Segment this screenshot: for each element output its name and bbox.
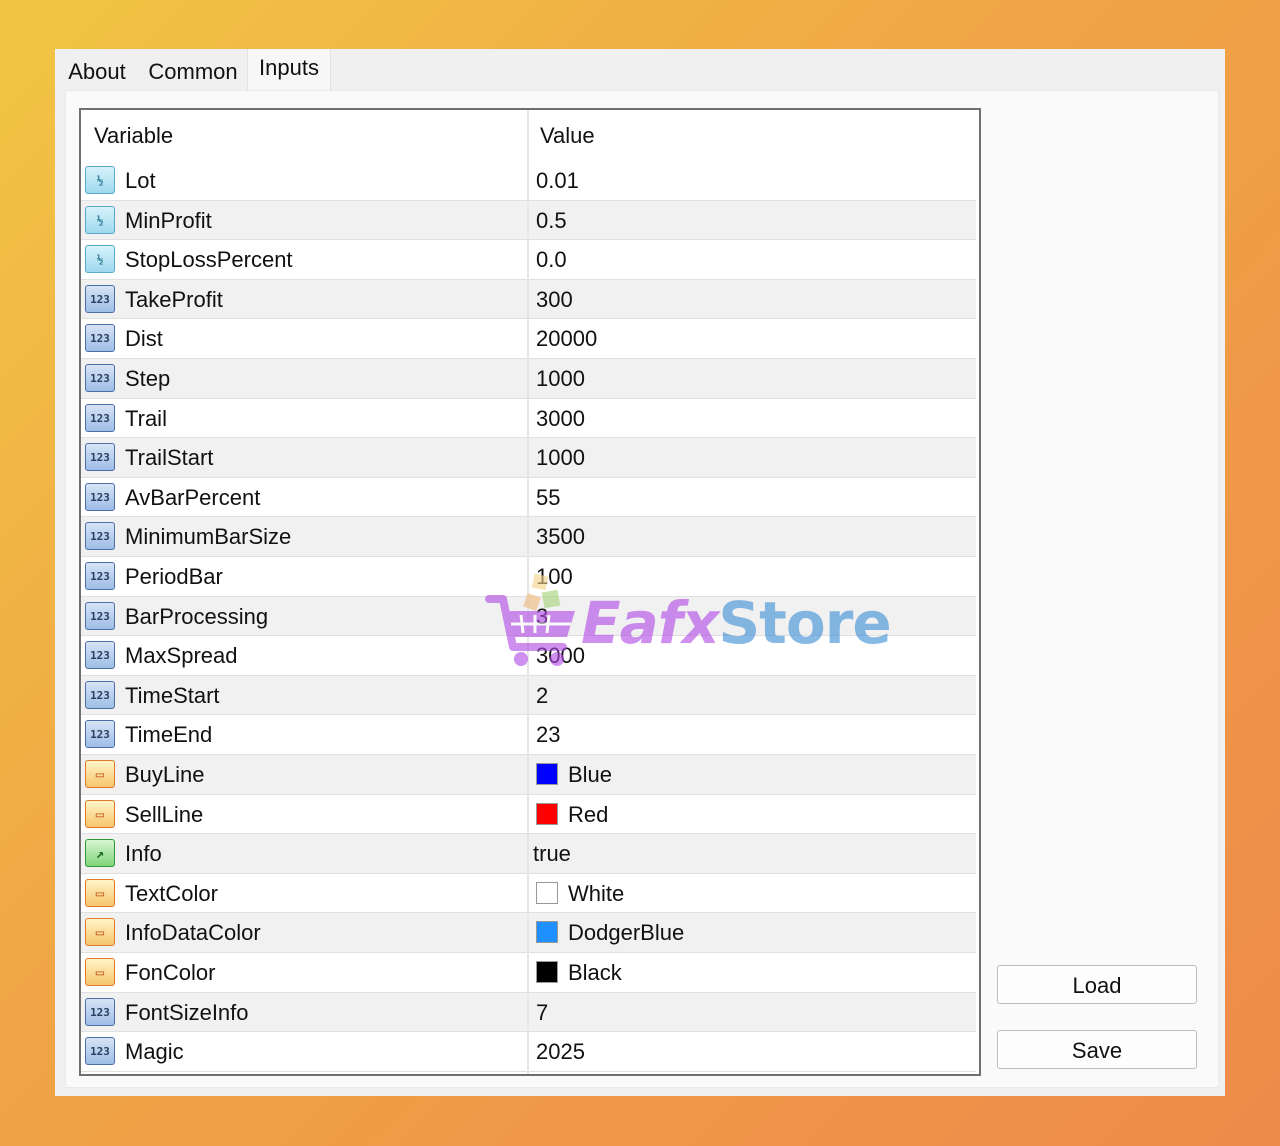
tab-common[interactable]: Common bbox=[143, 53, 243, 90]
tab-inputs[interactable]: Inputs bbox=[247, 49, 331, 90]
variable-name: StopLossPercent bbox=[125, 247, 293, 273]
variable-value[interactable]: 2025 bbox=[536, 1032, 585, 1071]
integer-type-icon: 123 bbox=[85, 284, 115, 313]
integer-type-icon: 123 bbox=[85, 720, 115, 749]
variable-name: SellLine bbox=[125, 801, 204, 827]
bool-type-icon: ↗ bbox=[85, 839, 115, 868]
variable-value[interactable]: 3 bbox=[536, 597, 548, 636]
variable-value[interactable]: White bbox=[568, 874, 624, 913]
variable-value[interactable]: DodgerBlue bbox=[568, 913, 684, 952]
header-variable[interactable]: Variable bbox=[94, 110, 173, 161]
integer-type-icon: 123 bbox=[85, 443, 115, 472]
variable-value[interactable]: 0.01 bbox=[536, 161, 579, 200]
variable-name: Magic bbox=[125, 1039, 184, 1065]
integer-type-icon: 123 bbox=[85, 403, 115, 432]
variable-value[interactable]: 3000 bbox=[536, 636, 585, 675]
variable-name: AvBarPercent bbox=[125, 484, 261, 510]
variable-value[interactable]: 1000 bbox=[536, 359, 585, 398]
variable-value[interactable]: 1000 bbox=[536, 438, 585, 477]
variable-name: FontSizeInfo bbox=[125, 999, 249, 1025]
variable-name: Info bbox=[125, 841, 162, 867]
variable-value[interactable]: Blue bbox=[568, 755, 612, 794]
color-swatch[interactable] bbox=[536, 802, 558, 825]
variable-value[interactable]: 0.5 bbox=[536, 201, 567, 240]
load-button[interactable]: Load bbox=[997, 965, 1197, 1004]
variable-value[interactable]: 23 bbox=[536, 715, 560, 754]
color-type-icon: ▭ bbox=[85, 918, 115, 947]
color-swatch[interactable] bbox=[536, 961, 558, 983]
variable-name: PeriodBar bbox=[125, 564, 223, 589]
variable-name: TimeStart bbox=[125, 682, 220, 708]
variable-name: MinProfit bbox=[125, 207, 212, 233]
variable-name: MinimumBarSize bbox=[125, 524, 292, 550]
inputs-table[interactable]: Variable Value ½ Lot 0.01 ½ MinProfit 0.5 ½ Sto… bbox=[79, 108, 981, 1076]
variable-value[interactable]: 2 bbox=[536, 676, 548, 715]
variable-value[interactable]: 300 bbox=[536, 280, 573, 319]
color-type-icon: ▭ bbox=[85, 958, 115, 986]
integer-type-icon: 123 bbox=[85, 482, 115, 511]
tab-about[interactable]: About bbox=[62, 53, 132, 90]
variable-value[interactable]: 3000 bbox=[536, 399, 585, 438]
column-separator[interactable] bbox=[527, 110, 529, 1074]
color-type-icon: ▭ bbox=[85, 799, 115, 828]
integer-type-icon: 123 bbox=[85, 601, 115, 630]
variable-name: TextColor bbox=[125, 880, 218, 906]
variable-name: InfoDataColor bbox=[125, 920, 261, 946]
variable-value[interactable]: Black bbox=[568, 953, 622, 992]
variable-name: Dist bbox=[125, 326, 163, 352]
variable-name: BuyLine bbox=[125, 762, 205, 787]
variable-name: MaxSpread bbox=[125, 643, 238, 669]
integer-type-icon: 123 bbox=[85, 680, 115, 709]
double-type-icon: ½ bbox=[85, 205, 115, 234]
integer-type-icon: 123 bbox=[85, 522, 115, 551]
double-type-icon: ½ bbox=[85, 166, 115, 194]
color-type-icon: ▭ bbox=[85, 760, 115, 788]
color-swatch[interactable] bbox=[536, 763, 558, 785]
tab-bar: About Common Inputs bbox=[55, 49, 1225, 90]
variable-value[interactable]: 0.0 bbox=[536, 240, 567, 279]
integer-type-icon: 123 bbox=[85, 324, 115, 353]
table-header: Variable Value bbox=[81, 110, 979, 161]
variable-value[interactable]: 55 bbox=[536, 478, 560, 517]
variable-value[interactable]: 3500 bbox=[536, 517, 585, 556]
integer-type-icon: 123 bbox=[85, 641, 115, 670]
color-swatch[interactable] bbox=[536, 921, 558, 944]
variable-name: TakeProfit bbox=[125, 286, 223, 312]
header-value[interactable]: Value bbox=[540, 110, 595, 161]
variable-name: TrailStart bbox=[125, 445, 214, 471]
variable-value[interactable]: 7 bbox=[536, 993, 548, 1032]
variable-name: Lot bbox=[125, 168, 156, 193]
color-swatch[interactable] bbox=[536, 881, 558, 904]
variable-value[interactable]: 100 bbox=[536, 557, 573, 596]
inputs-dialog: About Common Inputs Variable Value ½ Lot 0… bbox=[55, 49, 1225, 1096]
variable-name: Step bbox=[125, 366, 171, 391]
variable-value[interactable]: Red bbox=[568, 795, 608, 834]
integer-type-icon: 123 bbox=[85, 1037, 115, 1066]
double-type-icon: ½ bbox=[85, 245, 115, 274]
integer-type-icon: 123 bbox=[85, 562, 115, 590]
variable-name: Trail bbox=[125, 405, 167, 431]
variable-name: BarProcessing bbox=[125, 603, 269, 629]
save-button[interactable]: Save bbox=[997, 1030, 1197, 1069]
variable-name: TimeEnd bbox=[125, 722, 213, 748]
variable-name: FonColor bbox=[125, 960, 216, 985]
integer-type-icon: 123 bbox=[85, 364, 115, 392]
integer-type-icon: 123 bbox=[85, 997, 115, 1026]
variable-value[interactable]: true bbox=[533, 834, 571, 873]
color-type-icon: ▭ bbox=[85, 878, 115, 907]
variable-value[interactable]: 20000 bbox=[536, 319, 597, 358]
